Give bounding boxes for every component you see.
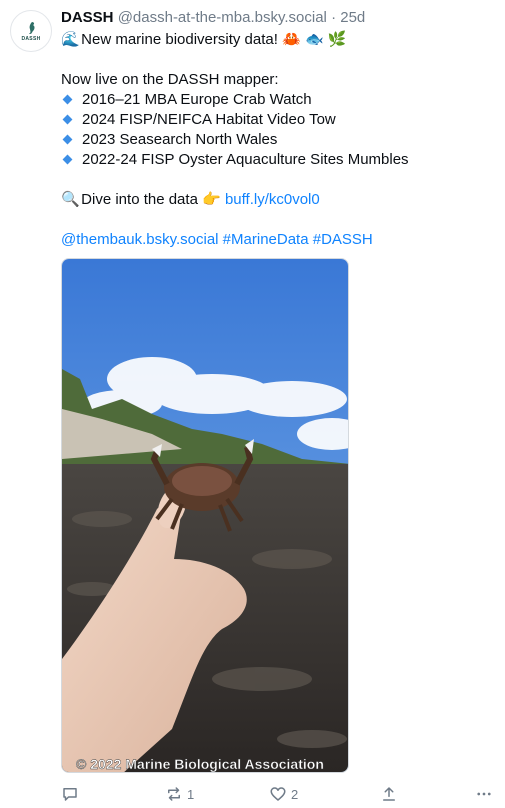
crab-photo: © 2022 Marine Biological Association — [62, 259, 348, 772]
avatar[interactable]: DASSH — [10, 10, 52, 52]
bullet-text: 2016–21 MBA Europe Crab Watch — [82, 91, 312, 108]
bullet-item: 2024 FISP/NEIFCA Habitat Video Tow — [61, 110, 491, 130]
avatar-logo-text: DASSH — [21, 35, 41, 42]
author-handle[interactable]: @dassh-at-the-mba.bsky.social — [118, 9, 327, 26]
wave-emoji-icon: 🌊 — [61, 31, 80, 48]
bullet-text: 2022-24 FISP Oyster Aquaculture Sites Mu… — [82, 151, 409, 168]
post-line-intro: 🌊 New marine biodiversity data! 🦀 🐟 🌿 — [61, 30, 491, 50]
post-text: 🌊 New marine biodiversity data! 🦀 🐟 🌿 No… — [61, 30, 491, 250]
repost-icon — [168, 787, 180, 801]
dive-line: 🔍 Dive into the data 👉 buff.ly/kc0vol0 — [61, 190, 491, 210]
sea-life-emojis: 🦀 🐟 🌿 — [282, 31, 347, 48]
magnifier-emoji-icon: 🔍 — [61, 191, 80, 208]
diamond-bullet-icon — [62, 114, 73, 125]
heart-icon — [270, 787, 286, 801]
mention-hashtags[interactable]: @thembauk.bsky.social #MarineData #DASSH — [61, 230, 491, 250]
post-header: DASSH @dassh-at-the-mba.bsky.social · 25… — [61, 9, 365, 27]
bullet-item: 2023 Seasearch North Wales — [61, 130, 491, 150]
diamond-bullet-icon — [62, 134, 73, 145]
repost-button[interactable]: 1 — [165, 782, 194, 806]
post-actions: 1 2 — [0, 782, 505, 806]
bullet-text: 2023 Seasearch North Wales — [82, 131, 278, 148]
photo-watermark: © 2022 Marine Biological Association — [76, 756, 324, 772]
share-button[interactable] — [380, 782, 398, 806]
post-image[interactable]: © 2022 Marine Biological Association — [61, 258, 349, 773]
dive-link[interactable]: buff.ly/kc0vol0 — [225, 191, 320, 208]
like-button[interactable]: 2 — [269, 782, 298, 806]
diamond-bullet-icon — [62, 154, 73, 165]
ellipsis-icon — [477, 792, 491, 796]
header-separator: · — [331, 9, 337, 26]
diamond-bullet-icon — [62, 94, 73, 105]
share-upload-icon — [383, 787, 395, 801]
seahorse-logo-icon — [29, 21, 35, 34]
pointing-emoji-icon: 👉 — [202, 191, 221, 208]
author-name[interactable]: DASSH — [61, 9, 114, 26]
post[interactable]: DASSH DASSH @dassh-at-the-mba.bsky.socia… — [0, 0, 505, 808]
intro-text: New marine biodiversity data! — [81, 31, 278, 48]
post-timestamp[interactable]: 25d — [340, 9, 365, 26]
mapper-line: Now live on the DASSH mapper: — [61, 71, 279, 88]
reply-button[interactable] — [61, 782, 83, 806]
repost-count: 1 — [187, 786, 195, 802]
dive-text: Dive into the data — [81, 191, 198, 208]
bullet-item: 2016–21 MBA Europe Crab Watch — [61, 90, 491, 110]
bullet-item: 2022-24 FISP Oyster Aquaculture Sites Mu… — [61, 150, 491, 170]
like-count: 2 — [291, 786, 299, 802]
bullet-text: 2024 FISP/NEIFCA Habitat Video Tow — [82, 111, 336, 128]
reply-bubble-icon — [63, 788, 77, 801]
more-options-button[interactable] — [475, 782, 493, 806]
